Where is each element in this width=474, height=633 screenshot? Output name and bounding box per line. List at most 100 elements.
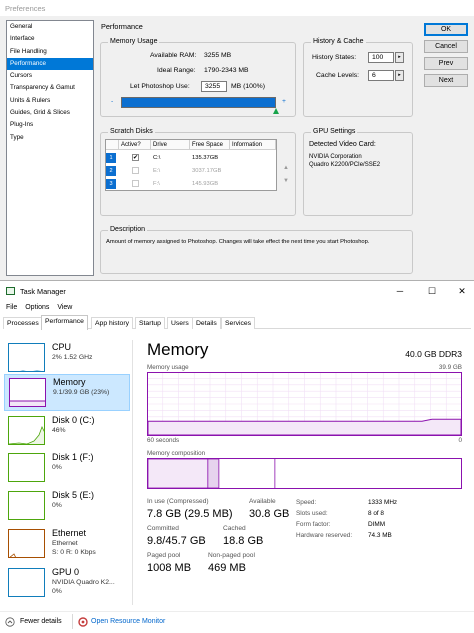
tab-performance[interactable]: Performance <box>41 315 88 330</box>
table-header-num <box>106 140 119 150</box>
tab-app-history[interactable]: App history <box>91 317 134 329</box>
sidebar-item-file-handling[interactable]: File Handling <box>7 46 93 58</box>
sidebar-item-units-rulers[interactable]: Units & Rulers <box>7 95 93 107</box>
resource-disk-1[interactable]: Disk 1 (F:) 0% <box>4 450 130 487</box>
task-manager-app-icon <box>6 287 15 295</box>
close-icon[interactable]: ✕ <box>455 285 469 298</box>
sidebar-item-general[interactable]: General <box>7 21 93 33</box>
non-paged-pool-value: 469 MB <box>208 562 246 574</box>
task-manager-window: Task Manager ─ ☐ ✕ File Options View Pro… <box>0 282 474 633</box>
active-checkbox[interactable] <box>132 167 139 174</box>
task-manager-title: Task Manager <box>20 287 66 296</box>
active-checkbox[interactable] <box>132 180 139 187</box>
move-up-icon[interactable]: ▲ <box>283 165 289 171</box>
maximize-icon[interactable]: ☐ <box>425 285 439 298</box>
move-down-icon[interactable]: ▼ <box>283 178 289 184</box>
ethernet-thumbnail-graph <box>8 529 45 558</box>
memory-title: Memory <box>147 340 209 359</box>
resource-gpu-0[interactable]: GPU 0 NVIDIA Quadro K2... 0% <box>4 565 130 602</box>
sidebar-item-plugins[interactable]: Plug-Ins <box>7 119 93 131</box>
fewer-details-icon[interactable] <box>5 617 15 627</box>
resource-list: CPU 2% 1.52 GHz Memory 9.1/39.9 GB (23%)… <box>0 340 133 605</box>
preferences-title: Preferences <box>0 0 474 16</box>
information-cell <box>230 179 232 189</box>
prev-button[interactable]: Prev <box>424 57 468 70</box>
spec-slots-value: 8 of 8 <box>368 510 384 517</box>
memory-usage-label: Memory usage <box>147 364 189 371</box>
resource-disk-0[interactable]: Disk 0 (C:) 46% <box>4 413 130 450</box>
tab-details[interactable]: Details <box>192 317 221 329</box>
sidebar-item-type[interactable]: Type <box>7 132 93 144</box>
memory-slider[interactable] <box>121 97 276 108</box>
resource-subtitle: Ethernet <box>52 540 78 547</box>
fewer-details-link[interactable]: Fewer details <box>20 618 62 625</box>
resource-subtitle: 9.1/39.9 GB (23%) <box>53 389 110 396</box>
table-header-active: Active? <box>119 140 151 150</box>
minimize-icon[interactable]: ─ <box>393 285 407 298</box>
spec-speed-value: 1333 MHz <box>368 499 398 506</box>
non-paged-pool-label: Non-paged pool <box>208 552 255 559</box>
committed-label: Committed <box>147 525 179 532</box>
task-manager-titlebar: Task Manager ─ ☐ ✕ <box>0 282 474 301</box>
committed-value: 9.8/45.7 GB <box>147 535 206 547</box>
description-group: Description <box>100 226 413 274</box>
sidebar-item-cursors[interactable]: Cursors <box>7 70 93 82</box>
section-title: Performance <box>101 22 143 31</box>
menu-options[interactable]: Options <box>25 301 49 314</box>
history-states-input[interactable]: 100 <box>368 52 394 63</box>
drive-cell: E:\ <box>153 168 161 174</box>
menu-file[interactable]: File <box>6 301 17 314</box>
resource-name: Disk 1 (F:) <box>52 452 94 462</box>
resource-monitor-icon[interactable] <box>78 617 88 627</box>
gpu-0-thumbnail-graph <box>8 568 45 597</box>
resource-disk-5[interactable]: Disk 5 (E:) 0% <box>4 488 130 525</box>
cache-levels-dropdown-icon[interactable]: ▸ <box>395 70 404 81</box>
spec-hardware-reserved-key: Hardware reserved: <box>296 532 353 539</box>
sidebar-item-performance[interactable]: Performance <box>7 57 93 71</box>
open-resource-monitor-link[interactable]: Open Resource Monitor <box>91 618 165 625</box>
table-header-information: Information <box>230 140 276 150</box>
memory-usage-area <box>147 418 462 436</box>
memory-amount-input[interactable]: 3255 <box>201 81 227 92</box>
in-use-value: 7.8 GB (29.5 MB) <box>147 508 233 520</box>
tab-processes[interactable]: Processes <box>3 317 43 329</box>
tab-startup[interactable]: Startup <box>135 317 165 329</box>
free-space-cell: 135.37GB <box>192 155 219 161</box>
ideal-range-label: Ideal Range: <box>157 67 196 74</box>
paged-pool-value: 1008 MB <box>147 562 192 574</box>
ok-button[interactable]: OK <box>424 23 468 36</box>
history-states-dropdown-icon[interactable]: ▸ <box>395 52 404 63</box>
spec-hardware-reserved-value: 74.3 MB <box>368 532 392 539</box>
active-checkbox[interactable]: ✔ <box>132 154 139 161</box>
resource-name: Memory <box>53 377 86 387</box>
cache-levels-input[interactable]: 6 <box>368 70 394 81</box>
available-label: Available <box>249 498 276 505</box>
cached-value: 18.8 GB <box>223 535 264 547</box>
drive-cell: F:\ <box>153 181 160 187</box>
tab-users[interactable]: Users <box>167 317 193 329</box>
sidebar-item-interface[interactable]: Interface <box>7 33 93 45</box>
resource-cpu[interactable]: CPU 2% 1.52 GHz <box>4 340 130 377</box>
ideal-range-value: 1790-2343 MB <box>204 67 249 74</box>
resource-memory[interactable]: Memory 9.1/39.9 GB (23%) <box>4 374 130 411</box>
resource-name: CPU <box>52 342 72 352</box>
cancel-button[interactable]: Cancel <box>424 40 468 53</box>
sidebar-item-transparency[interactable]: Transparency & Gamut <box>7 82 93 94</box>
resource-ethernet[interactable]: Ethernet Ethernet S: 0 R: 0 Kbps <box>4 526 130 563</box>
tab-services[interactable]: Services <box>221 317 256 329</box>
row-number: 3 <box>106 179 116 189</box>
disk-1-thumbnail-graph <box>8 453 45 482</box>
memory-percent-label: MB (100%) <box>231 83 265 90</box>
graph-time-right: 0 <box>458 437 462 444</box>
available-value: 30.8 GB <box>249 508 290 520</box>
footer-bar: Fewer details Open Resource Monitor <box>0 611 474 631</box>
menu-view[interactable]: View <box>57 301 72 314</box>
memory-slider-thumb[interactable] <box>273 108 279 114</box>
video-card-model: Quadro K2200/PCIe/SSE2 <box>309 162 381 168</box>
free-space-cell: 3037.17GB <box>192 168 222 174</box>
sidebar-item-guides-grid[interactable]: Guides, Grid & Slices <box>7 107 93 119</box>
drive-cell: C:\ <box>153 155 161 161</box>
next-button[interactable]: Next <box>424 74 468 87</box>
slider-plus: + <box>282 98 286 105</box>
tab-strip: Processes Performance App history Startu… <box>3 315 471 330</box>
